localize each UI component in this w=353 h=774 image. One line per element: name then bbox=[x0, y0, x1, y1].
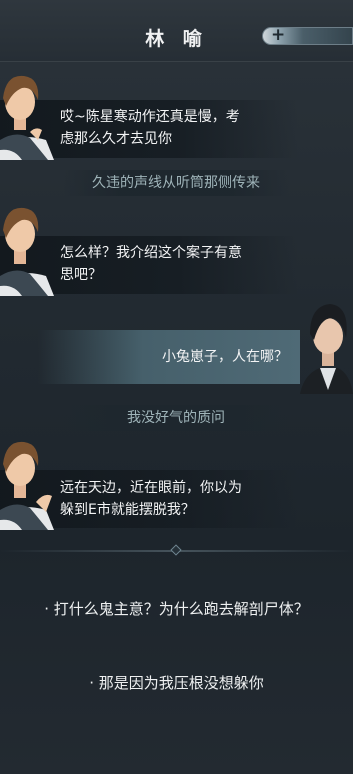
choice-option-1[interactable]: · 打什么鬼主意？为什么跑去解剖尸体？ bbox=[0, 598, 353, 619]
message-row: 怎么样？我介绍这个案子有意 思吧？ bbox=[0, 196, 353, 296]
message-text: 小兔崽子，人在哪？ bbox=[162, 349, 288, 365]
message-text: 哎~陈星寒动作还真是慢，考 虑那么久才去见你 bbox=[60, 109, 240, 147]
narration-text: 我没好气的质问 bbox=[63, 405, 289, 431]
avatar-male-brown-hair bbox=[0, 207, 54, 296]
message-row: 远在天边，近在眼前，你以为 躲到E市就能摆脱我？ bbox=[0, 430, 353, 530]
add-button[interactable]: + bbox=[262, 25, 353, 45]
avatar-male-brown-hair bbox=[0, 75, 54, 160]
diamond-icon bbox=[170, 544, 182, 556]
message-row: 哎~陈星寒动作还真是慢，考 虑那么久才去见你 bbox=[0, 70, 353, 160]
narration-text: 久违的声线从听筒那侧传来 bbox=[63, 170, 289, 196]
dialogue-header: 林 喻 + bbox=[0, 0, 353, 62]
plus-icon: + bbox=[271, 25, 286, 45]
avatar-male-black-hair bbox=[300, 304, 353, 394]
message-text: 怎么样？我介绍这个案子有意 思吧？ bbox=[60, 245, 242, 283]
avatar-male-brown-hair bbox=[0, 441, 54, 530]
message-text: 远在天边，近在眼前，你以为 躲到E市就能摆脱我？ bbox=[60, 480, 242, 518]
message-row: 小兔崽子，人在哪？ bbox=[0, 294, 353, 394]
choice-option-2[interactable]: · 那是因为我压根没想躲你 bbox=[0, 672, 353, 693]
